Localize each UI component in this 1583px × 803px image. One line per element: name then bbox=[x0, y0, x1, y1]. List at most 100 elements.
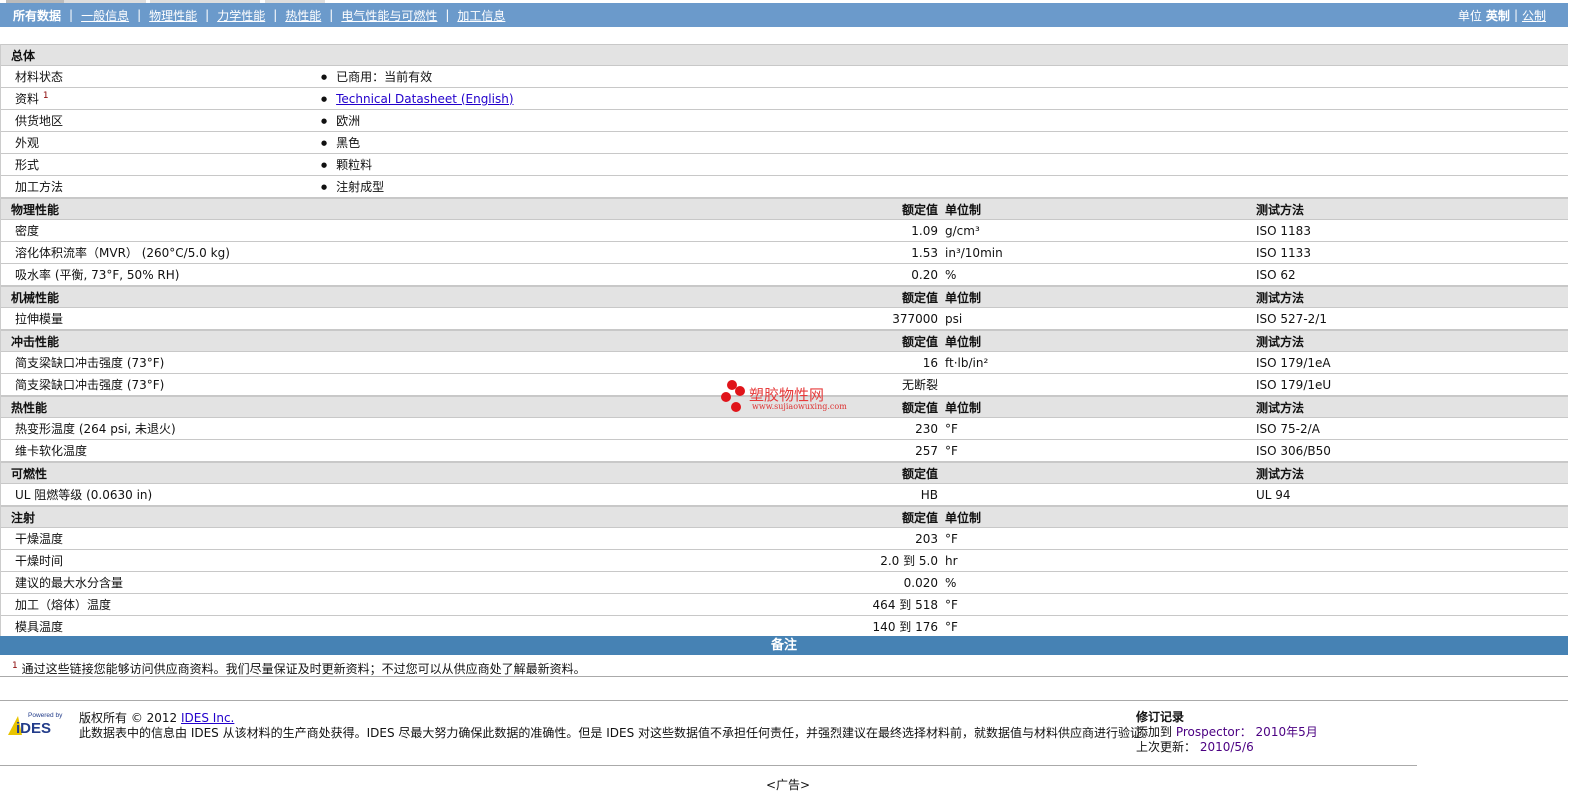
property-name: 形式 bbox=[15, 156, 39, 173]
section-title: 冲击性能 bbox=[11, 334, 60, 349]
section-header: 注射 额定值 单位制 bbox=[1, 506, 1568, 528]
section-title: 可燃性 bbox=[11, 466, 48, 481]
value-text: 已商用：当前有效 bbox=[336, 70, 433, 84]
test-method: ISO 1133 bbox=[1256, 245, 1311, 260]
header-rated-value: 额定值 bbox=[901, 202, 938, 217]
property-label: 模具温度 bbox=[15, 620, 64, 634]
revision-history: 修订记录 添加到 Prospector： 2010年5月 上次更新： 2010/… bbox=[1136, 710, 1318, 755]
header-test-method: 测试方法 bbox=[1256, 290, 1305, 305]
header-unit: 单位制 bbox=[945, 334, 982, 349]
property-label: 建议的最大水分含量 bbox=[15, 576, 124, 590]
property-label: 简支梁缺口冲击强度 (73°F) bbox=[15, 378, 165, 392]
header-rated-value: 额定值 bbox=[901, 400, 938, 415]
section-title: 总体 bbox=[11, 48, 36, 63]
section-header: 冲击性能 额定值 单位制 测试方法 bbox=[1, 330, 1568, 352]
divider bbox=[0, 765, 1417, 766]
property-name: 干燥温度 bbox=[15, 530, 63, 547]
header-rated-value: 额定值 bbox=[901, 334, 938, 349]
rated-value: 0.20 bbox=[911, 267, 938, 282]
header-unit: 单位制 bbox=[945, 202, 982, 217]
table-row: 材料状态 已商用：当前有效 bbox=[1, 66, 1568, 88]
rated-value: 464 到 518 bbox=[872, 598, 938, 612]
table-row: 简支梁缺口冲击强度 (73°F) 无断裂 ISO 179/1eU bbox=[1, 374, 1568, 396]
table-row: 简支梁缺口冲击强度 (73°F) 16 ft·lb/in² ISO 179/1eA bbox=[1, 352, 1568, 374]
section-title: 机械性能 bbox=[11, 290, 60, 305]
property-name: 密度 bbox=[15, 222, 39, 239]
unit: °F bbox=[945, 421, 958, 436]
value-text: 注射成型 bbox=[336, 180, 385, 194]
nav-item[interactable]: 电气性能与可燃性 bbox=[341, 7, 437, 24]
section-header: 总体 bbox=[1, 44, 1568, 66]
rated-value: 1.09 bbox=[911, 223, 938, 238]
unit-english: 英制 bbox=[1485, 8, 1510, 23]
property-name: 加工（熔体）温度 bbox=[15, 596, 111, 613]
datasheet-link[interactable]: Technical Datasheet (English) bbox=[336, 92, 513, 106]
nav-item[interactable]: 力学性能 bbox=[217, 7, 265, 24]
ides-link[interactable]: IDES Inc. bbox=[181, 711, 234, 725]
section-header: 物理性能 额定值 单位制 测试方法 bbox=[1, 198, 1568, 220]
property-name: 加工方法 bbox=[15, 178, 63, 195]
table-row: 资料 1 Technical Datasheet (English) bbox=[1, 88, 1568, 110]
property-label: 供货地区 bbox=[15, 114, 64, 128]
added-date: 2010年5月 bbox=[1255, 725, 1318, 739]
unit-switcher: 单位 英制 | 公制 bbox=[1457, 7, 1546, 24]
table-row: 模具温度 140 到 176 °F bbox=[1, 616, 1568, 638]
copyright: 版权所有 © 2012 bbox=[79, 711, 178, 725]
rated-value: 无断裂 bbox=[901, 378, 938, 392]
nav-item[interactable]: 热性能 bbox=[285, 7, 321, 24]
rated-value: 16 bbox=[922, 355, 938, 370]
header-test-method: 测试方法 bbox=[1256, 400, 1305, 415]
unit: hr bbox=[945, 553, 958, 568]
test-method: ISO 527-2/1 bbox=[1256, 311, 1327, 326]
property-label: 形式 bbox=[15, 158, 40, 172]
unit: °F bbox=[945, 443, 958, 458]
unit: in³/10min bbox=[945, 245, 1003, 260]
property-label: UL 阻燃等级 (0.0630 in) bbox=[15, 488, 153, 502]
property-name: 吸水率 (平衡, 73°F, 50% RH) bbox=[15, 266, 179, 283]
property-label: 拉伸模量 bbox=[15, 312, 64, 326]
rated-value: 1.53 bbox=[911, 245, 938, 260]
datasheet-table: 总体材料状态 已商用：当前有效资料 1 Technical Datasheet (E… bbox=[0, 44, 1568, 638]
property-name: 干燥时间 bbox=[15, 552, 63, 569]
table-row: 干燥温度 203 °F bbox=[1, 528, 1568, 550]
property-label: 外观 bbox=[15, 136, 40, 150]
property-label: 资料 bbox=[15, 92, 40, 106]
unit-metric-link[interactable]: 公制 bbox=[1522, 7, 1546, 24]
property-label: 加工方法 bbox=[15, 180, 64, 194]
footnote-mark: 1 bbox=[12, 661, 18, 671]
nav-item[interactable]: 一般信息 bbox=[81, 7, 129, 24]
test-method: ISO 1183 bbox=[1256, 223, 1311, 238]
table-row: 加工（熔体）温度 464 到 518 °F bbox=[1, 594, 1568, 616]
added-target: Prospector： bbox=[1175, 725, 1252, 739]
property-label: 干燥温度 bbox=[15, 532, 64, 546]
header-test-method: 测试方法 bbox=[1256, 202, 1305, 217]
nav-item[interactable]: 所有数据 bbox=[13, 7, 61, 24]
updated-date: 2010/5/6 bbox=[1199, 740, 1254, 754]
property-name: 维卡软化温度 bbox=[15, 442, 87, 459]
property-name: 拉伸模量 bbox=[15, 310, 63, 327]
header-test-method: 测试方法 bbox=[1256, 334, 1305, 349]
header-test-method: 测试方法 bbox=[1256, 466, 1305, 481]
copyright-block: 版权所有 © 2012 IDES Inc. 此数据表中的信息由 IDES 从该材… bbox=[79, 711, 1154, 741]
header-rated-value: 额定值 bbox=[901, 290, 938, 305]
nav-separator: | bbox=[137, 8, 142, 22]
property-label: 维卡软化温度 bbox=[15, 444, 88, 458]
updated-label: 上次更新： bbox=[1136, 740, 1197, 754]
nav-item[interactable]: 加工信息 bbox=[457, 7, 505, 24]
rated-value: 257 bbox=[915, 443, 938, 458]
header-unit: 单位制 bbox=[945, 510, 982, 525]
nav-separator: | bbox=[273, 8, 278, 22]
nav-item[interactable]: 物理性能 bbox=[149, 7, 197, 24]
table-row: 密度 1.09 g/cm³ ISO 1183 bbox=[1, 220, 1568, 242]
value-text: 欧洲 bbox=[336, 114, 361, 128]
section-nav: 所有数据 | 一般信息 | 物理性能 | 力学性能 | 热性能 | 电气性能与可燃性 | 加工信息 单位… bbox=[0, 3, 1568, 27]
nav-separator: | bbox=[329, 8, 334, 22]
divider bbox=[0, 700, 1568, 701]
property-name: 外观 bbox=[15, 134, 39, 151]
unit: g/cm³ bbox=[945, 223, 980, 238]
test-method: ISO 62 bbox=[1256, 267, 1296, 282]
table-row: UL 阻燃等级 (0.0630 in) HB UL 94 bbox=[1, 484, 1568, 506]
property-label: 干燥时间 bbox=[15, 554, 64, 568]
bullet-value: 黑色 bbox=[321, 134, 360, 151]
header-rated-value: 额定值 bbox=[901, 466, 938, 481]
